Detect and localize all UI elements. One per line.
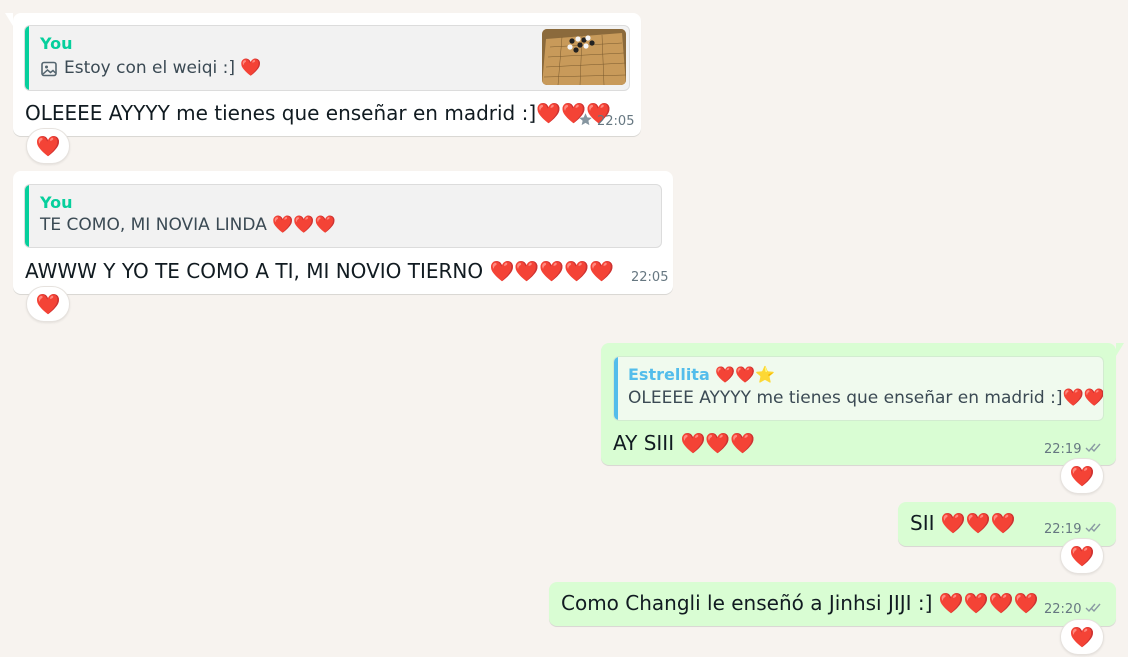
heart-reaction: ❤️ — [1069, 625, 1095, 649]
image-icon — [40, 60, 58, 78]
message-time: 22:19 — [1044, 442, 1082, 457]
message-time: 22:05 — [631, 270, 669, 285]
message-meta: 22:05 — [578, 112, 634, 131]
message-meta: 22:19 — [1044, 442, 1102, 457]
heart-reaction: ❤️ — [35, 134, 61, 158]
heart-reaction: ❤️ — [1069, 464, 1095, 488]
reaction-badge[interactable]: ❤️ — [26, 286, 70, 322]
double-check-icon — [1085, 442, 1102, 457]
bubble-tail — [5, 13, 13, 26]
message-outgoing[interactable]: Estrellita ❤️❤️⭐ OLEEEE AYYYY me tienes … — [601, 343, 1124, 465]
message-time: 22:20 — [1044, 602, 1082, 617]
message-text: AWWW Y YO TE COMO A TI, MI NOVIO TIERNO … — [25, 259, 614, 283]
reaction-badge[interactable]: ❤️ — [1060, 538, 1104, 574]
message-meta: 22:20 — [1044, 602, 1102, 617]
message-text: Como Changli le enseñó a Jinhsi JIJI :] … — [561, 591, 1039, 615]
message-incoming[interactable]: You Estoy con el weiqi :] ❤️ OLEEEE AYYY… — [5, 13, 641, 136]
quote-accent-bar — [614, 357, 618, 420]
reaction-badge[interactable]: ❤️ — [26, 128, 70, 164]
quote-accent-bar — [25, 26, 29, 90]
message-meta: 22:05 — [631, 270, 668, 285]
heart-reaction: ❤️ — [1069, 544, 1095, 568]
message-text: OLEEEE AYYYY me tienes que enseñar en ma… — [25, 101, 611, 125]
quote-text: OLEEEE AYYYY me tienes que enseñar en ma… — [628, 388, 1104, 408]
message-meta: 22:19 — [1044, 522, 1102, 537]
message-incoming[interactable]: You TE COMO, MI NOVIA LINDA ❤️❤️❤️ AWWW … — [13, 171, 673, 294]
quote-text: Estoy con el weiqi :] ❤️ — [64, 58, 262, 78]
message-time: 22:05 — [597, 114, 635, 129]
quote-author: Estrellita ❤️❤️⭐ — [628, 365, 776, 384]
double-check-icon — [1085, 602, 1102, 617]
go-board-photo[interactable] — [542, 29, 626, 85]
quoted-reply[interactable]: You Estoy con el weiqi :] ❤️ — [24, 25, 630, 91]
quote-author: You — [40, 34, 73, 53]
quote-author: You — [40, 193, 73, 212]
quoted-reply[interactable]: You TE COMO, MI NOVIA LINDA ❤️❤️❤️ — [24, 184, 662, 248]
quote-text: TE COMO, MI NOVIA LINDA ❤️❤️❤️ — [40, 215, 336, 235]
heart-reaction: ❤️ — [35, 292, 61, 316]
message-text: AY SIII ❤️❤️❤️ — [613, 431, 756, 455]
reaction-badge[interactable]: ❤️ — [1060, 458, 1104, 494]
star-icon — [578, 112, 593, 131]
message-text: SII ❤️❤️❤️ — [910, 511, 1016, 535]
reaction-badge[interactable]: ❤️ — [1060, 619, 1104, 655]
message-time: 22:19 — [1044, 522, 1082, 537]
message-outgoing[interactable]: Como Changli le enseñó a Jinhsi JIJI :] … — [549, 582, 1116, 626]
bubble-tail — [1116, 343, 1124, 356]
quote-accent-bar — [25, 185, 29, 247]
double-check-icon — [1085, 522, 1102, 537]
quoted-reply[interactable]: Estrellita ❤️❤️⭐ OLEEEE AYYYY me tienes … — [613, 356, 1104, 421]
chat-panel: You Estoy con el weiqi :] ❤️ OLEEEE AYYY… — [0, 0, 1128, 657]
